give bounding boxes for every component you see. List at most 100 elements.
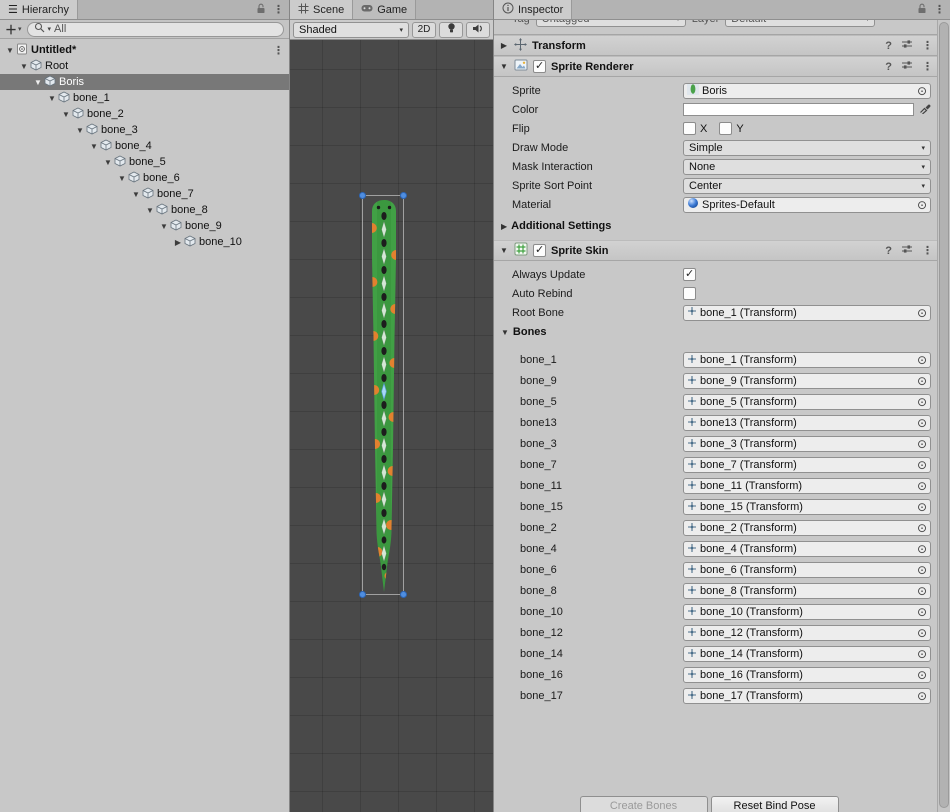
inspector-scrollbar[interactable]	[937, 20, 950, 812]
scene-audio-toggle[interactable]	[466, 22, 490, 38]
kebab-menu-icon[interactable]: ⋮	[922, 60, 932, 73]
bone-object-field-bone_2[interactable]: bone_2 (Transform)⊙	[683, 520, 931, 536]
hierarchy-item-bone_4[interactable]: ▼bone_4	[0, 138, 289, 154]
sprite-skin-component-header[interactable]: ▼ Sprite Skin ? ⋮	[494, 240, 937, 261]
tab-hierarchy[interactable]: ☰ Hierarchy	[0, 0, 78, 19]
hierarchy-item-bone_6[interactable]: ▼bone_6	[0, 170, 289, 186]
hierarchy-item-bone_10[interactable]: ▶bone_10	[0, 234, 289, 250]
hierarchy-item-Boris[interactable]: ▼Boris	[0, 74, 289, 90]
mask-interaction-dropdown[interactable]: None▾	[683, 159, 931, 175]
object-picker-icon[interactable]: ⊙	[917, 376, 927, 386]
bone-object-field-bone_9[interactable]: bone_9 (Transform)⊙	[683, 373, 931, 389]
chevron-right-icon[interactable]: ▶	[499, 41, 509, 50]
hierarchy-scene-row[interactable]: ▼ Untitled* ⋮	[0, 42, 289, 58]
scene-viewport[interactable]	[290, 40, 493, 812]
object-picker-icon[interactable]: ⊙	[917, 439, 927, 449]
sprite-renderer-component-header[interactable]: ▼ Sprite Renderer ? ⋮	[494, 56, 937, 77]
component-enabled-checkbox[interactable]	[533, 244, 546, 257]
tag-dropdown[interactable]: Untagged▾	[536, 20, 686, 27]
presets-icon[interactable]	[901, 59, 913, 74]
chevron-down-icon[interactable]: ▼	[116, 174, 128, 183]
hierarchy-item-bone_8[interactable]: ▼bone_8	[0, 202, 289, 218]
scrollbar-thumb[interactable]	[939, 22, 949, 808]
object-picker-icon[interactable]: ⊙	[917, 418, 927, 428]
chevron-down-icon[interactable]: ▼	[32, 78, 44, 87]
bone-object-field-bone_14[interactable]: bone_14 (Transform)⊙	[683, 646, 931, 662]
help-icon[interactable]: ?	[885, 40, 892, 52]
chevron-down-icon[interactable]: ▼	[102, 158, 114, 167]
object-picker-icon[interactable]: ⊙	[917, 481, 927, 491]
sprite-sort-point-dropdown[interactable]: Center▾	[683, 178, 931, 194]
bone-object-field-bone_8[interactable]: bone_8 (Transform)⊙	[683, 583, 931, 599]
help-icon[interactable]: ?	[885, 245, 892, 257]
kebab-menu-icon[interactable]: ⋮	[922, 39, 932, 52]
flip-y-checkbox[interactable]	[719, 122, 732, 135]
root-bone-object-field[interactable]: bone_1 (Transform) ⊙	[683, 305, 931, 321]
tab-scene[interactable]: Scene	[290, 0, 353, 19]
object-picker-icon[interactable]: ⊙	[917, 523, 927, 533]
color-swatch[interactable]	[683, 103, 914, 116]
object-picker-icon[interactable]: ⊙	[917, 628, 927, 638]
chevron-down-icon[interactable]: ▼	[4, 46, 16, 55]
hierarchy-item-bone_2[interactable]: ▼bone_2	[0, 106, 289, 122]
bones-foldout[interactable]: ▼ Bones	[494, 322, 937, 342]
auto-rebind-checkbox[interactable]	[683, 287, 696, 300]
bone-object-field-bone_1[interactable]: bone_1 (Transform)⊙	[683, 352, 931, 368]
chevron-down-icon[interactable]: ▼	[158, 222, 170, 231]
chevron-down-icon[interactable]: ▼	[60, 110, 72, 119]
kebab-menu-icon[interactable]: ⋮	[273, 3, 283, 16]
hierarchy-item-bone_3[interactable]: ▼bone_3	[0, 122, 289, 138]
object-picker-icon[interactable]: ⊙	[917, 691, 927, 701]
selection-handle[interactable]	[400, 192, 407, 199]
selection-handle[interactable]	[359, 591, 366, 598]
sprite-selection-rect[interactable]	[362, 195, 404, 595]
object-picker-icon[interactable]: ⊙	[917, 355, 927, 365]
create-bones-button[interactable]: Create Bones	[580, 796, 708, 812]
object-picker-icon[interactable]: ⊙	[917, 670, 927, 680]
help-icon[interactable]: ?	[885, 61, 892, 73]
chevron-down-icon[interactable]: ▼	[144, 206, 156, 215]
bone-object-field-bone13[interactable]: bone13 (Transform)⊙	[683, 415, 931, 431]
object-picker-icon[interactable]: ⊙	[917, 308, 927, 318]
tab-inspector[interactable]: Inspector	[494, 0, 572, 19]
draw-mode-dropdown[interactable]: Simple▾	[683, 140, 931, 156]
bone-object-field-bone_12[interactable]: bone_12 (Transform)⊙	[683, 625, 931, 641]
tab-game[interactable]: Game	[353, 0, 416, 19]
shading-mode-dropdown[interactable]: Shaded ▾	[293, 22, 409, 38]
hierarchy-item-bone_5[interactable]: ▼bone_5	[0, 154, 289, 170]
hierarchy-item-bone_7[interactable]: ▼bone_7	[0, 186, 289, 202]
object-picker-icon[interactable]: ⊙	[917, 565, 927, 575]
object-picker-icon[interactable]: ⊙	[917, 86, 927, 96]
object-picker-icon[interactable]: ⊙	[917, 502, 927, 512]
hierarchy-search[interactable]: ▾ All	[27, 22, 284, 37]
bone-object-field-bone_16[interactable]: bone_16 (Transform)⊙	[683, 667, 931, 683]
2d-toggle-button[interactable]: 2D	[412, 22, 436, 38]
additional-settings-foldout[interactable]: ▶ Additional Settings	[494, 216, 937, 236]
reset-bind-pose-button[interactable]: Reset Bind Pose	[711, 796, 839, 812]
object-picker-icon[interactable]: ⊙	[917, 397, 927, 407]
kebab-menu-icon[interactable]: ⋮	[922, 244, 932, 257]
kebab-menu-icon[interactable]: ⋮	[934, 3, 944, 16]
chevron-down-icon[interactable]: ▼	[499, 62, 509, 71]
create-object-button[interactable]: ＋▾	[5, 21, 22, 38]
lock-icon[interactable]	[917, 3, 927, 17]
hierarchy-item-bone_9[interactable]: ▼bone_9	[0, 218, 289, 234]
scene-lighting-toggle[interactable]	[439, 22, 463, 38]
bone-object-field-bone_17[interactable]: bone_17 (Transform)⊙	[683, 688, 931, 704]
bone-object-field-bone_3[interactable]: bone_3 (Transform)⊙	[683, 436, 931, 452]
presets-icon[interactable]	[901, 38, 913, 53]
component-enabled-checkbox[interactable]	[533, 60, 546, 73]
chevron-down-icon[interactable]: ▼	[18, 62, 30, 71]
bone-object-field-bone_4[interactable]: bone_4 (Transform)⊙	[683, 541, 931, 557]
chevron-down-icon[interactable]: ▼	[130, 190, 142, 199]
hierarchy-item-Root[interactable]: ▼Root	[0, 58, 289, 74]
always-update-checkbox[interactable]	[683, 268, 696, 281]
object-picker-icon[interactable]: ⊙	[917, 544, 927, 554]
transform-component-header[interactable]: ▶ Transform ? ⋮	[494, 35, 937, 56]
chevron-down-icon[interactable]: ▼	[499, 246, 509, 255]
bone-object-field-bone_6[interactable]: bone_6 (Transform)⊙	[683, 562, 931, 578]
bone-object-field-bone_15[interactable]: bone_15 (Transform)⊙	[683, 499, 931, 515]
object-picker-icon[interactable]: ⊙	[917, 607, 927, 617]
presets-icon[interactable]	[901, 243, 913, 258]
eyedropper-icon[interactable]	[919, 102, 931, 117]
